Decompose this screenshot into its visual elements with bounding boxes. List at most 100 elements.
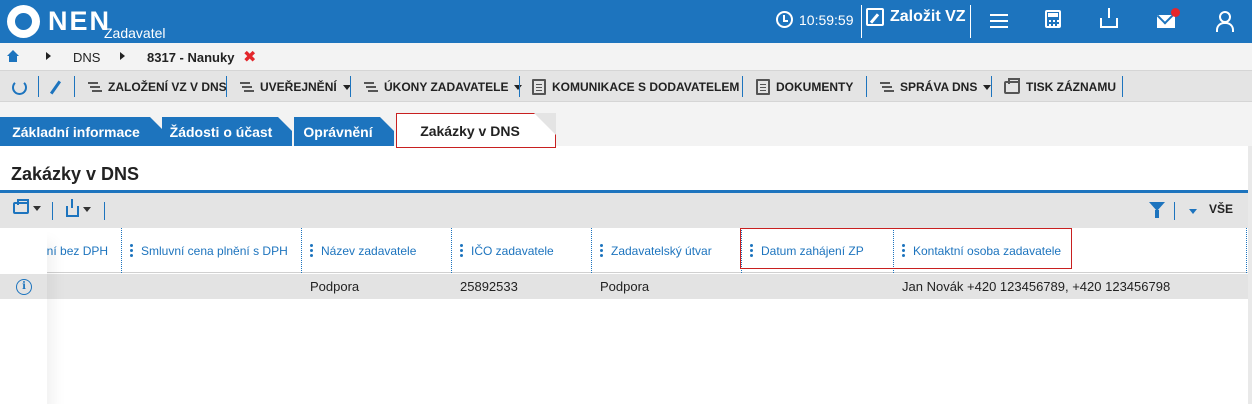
column-header-price-with-vat[interactable]: Smluvní cena plnění s DPH [130, 228, 288, 273]
toolbar-item-label: KOMUNIKACE S DODAVATELEM [552, 80, 740, 94]
action-toolbar: ZALOŽENÍ VZ V DNS UVEŘEJNĚNÍ ÚKONY ZADAV… [0, 70, 1252, 102]
drag-handle-icon [902, 244, 905, 257]
divider [226, 76, 227, 97]
cell-contact: Jan Novák +420 123456789, +420 123456798 [902, 279, 1171, 294]
refresh-button[interactable] [12, 78, 27, 96]
document-icon [532, 79, 546, 95]
toolbar-documents[interactable]: DOKUMENTY [756, 78, 853, 96]
info-icon[interactable]: i [16, 279, 32, 295]
column-header-price-without-vat[interactable]: ění bez DPH [40, 228, 108, 273]
column-header-start-date[interactable]: Datum zahájení ZP [750, 228, 864, 273]
tab-bar: Základní informace Žádosti o účast Opráv… [0, 102, 1252, 148]
clock-icon [776, 11, 793, 28]
cell-ico: 25892533 [460, 279, 518, 294]
toolbar-item-label: ÚKONY ZADAVATELE [384, 80, 509, 94]
breadcrumb-current: 8317 - Nanuky [147, 50, 235, 65]
cell-contracting-name: Podpora [310, 279, 360, 294]
filter-all-dropdown[interactable]: VŠE [1189, 202, 1233, 216]
table-header: ění bez DPH Smluvní cena plnění s DPH Ná… [0, 228, 1248, 273]
frozen-column-header [0, 228, 47, 273]
toolbar-publication[interactable]: UVEŘEJNĚNÍ [240, 78, 351, 96]
tab-label: Žádosti o účast [169, 123, 273, 140]
caret-down-icon [33, 205, 41, 211]
column-header-label: Smluvní cena plnění s DPH [141, 243, 288, 258]
toolbar-contracting-actions[interactable]: ÚKONY ZADAVATELE [364, 78, 523, 96]
drag-handle-icon [460, 244, 463, 257]
divider [861, 5, 862, 38]
column-header-label: Zadavatelský útvar [611, 243, 712, 258]
lines-icon [880, 81, 894, 93]
calculator-icon[interactable] [1042, 10, 1064, 32]
divider [1122, 76, 1123, 97]
divider [991, 76, 992, 97]
tab-permissions[interactable]: Oprávnění [294, 117, 394, 146]
column-header-contact[interactable]: Kontaktní osoba zadavatele [902, 228, 1061, 273]
filter-button[interactable] [1149, 202, 1165, 219]
session-clock: 10:59:59 [776, 11, 854, 28]
caret-down-icon [83, 207, 91, 212]
tab-basic-info[interactable]: Základní informace [0, 117, 164, 146]
column-header-label: Kontaktní osoba zadavatele [913, 243, 1062, 258]
home-icon[interactable] [6, 50, 19, 62]
menu-icon[interactable] [988, 10, 1010, 32]
divider [742, 76, 743, 97]
column-separator[interactable] [741, 228, 742, 273]
tab-label: Základní informace [12, 123, 140, 140]
grid-export-button[interactable] [66, 199, 91, 217]
print-icon [13, 199, 29, 214]
column-header-label: Datum zahájení ZP [761, 243, 864, 258]
divider [519, 76, 520, 97]
drag-handle-icon [310, 244, 313, 257]
logo-icon [7, 5, 40, 38]
scrollbar-track[interactable] [1248, 146, 1252, 404]
column-header-contracting-name[interactable]: Název zadavatele [310, 228, 416, 273]
divider [1174, 202, 1175, 220]
edit-button[interactable] [48, 78, 62, 96]
column-separator[interactable] [451, 228, 452, 273]
drag-handle-icon [130, 244, 133, 257]
toolbar-item-label: DOKUMENTY [776, 80, 854, 94]
lines-icon [240, 81, 254, 93]
page-title: Zakázky v DNS [11, 164, 140, 184]
session-time: 10:59:59 [799, 11, 854, 28]
column-separator[interactable] [893, 228, 894, 273]
close-icon[interactable]: ✖ [243, 47, 256, 67]
toolbar-dns-management[interactable]: SPRÁVA DNS [880, 78, 992, 96]
filter-all-label: VŠE [1209, 202, 1234, 216]
user-icon[interactable] [1212, 10, 1234, 32]
toolbar-item-label: TISK ZÁZNAMU [1026, 80, 1116, 94]
toolbar-print-record[interactable]: TISK ZÁZNAMU [1004, 77, 1116, 96]
edit-icon [866, 8, 884, 26]
print-icon [1004, 77, 1020, 94]
toolbar-create-vz-in-dns[interactable]: ZALOŽENÍ VZ V DNS [88, 78, 227, 96]
toolbar-supplier-communication[interactable]: KOMUNIKACE S DODAVATELEM [532, 78, 739, 96]
drag-handle-icon [600, 244, 603, 257]
column-header-ico[interactable]: IČO zadavatele [460, 228, 554, 273]
divider [52, 202, 53, 220]
column-separator[interactable] [121, 228, 122, 273]
column-separator[interactable] [1246, 228, 1247, 273]
breadcrumb-dns[interactable]: DNS [73, 50, 100, 65]
divider [104, 202, 105, 220]
divider [866, 76, 867, 97]
refresh-icon [12, 79, 27, 95]
divider [74, 76, 75, 97]
export-icon [66, 199, 79, 217]
column-separator[interactable] [301, 228, 302, 273]
toolbar-item-label: ZALOŽENÍ VZ V DNS [108, 80, 227, 94]
column-header-label: IČO zadavatele [471, 243, 554, 258]
logo-text: NEN [48, 6, 112, 36]
column-separator[interactable] [591, 228, 592, 273]
grid-print-button[interactable] [13, 199, 41, 214]
pencil-icon [49, 79, 62, 95]
lines-icon [364, 81, 378, 93]
create-contract-button[interactable]: Založit VZ [866, 8, 966, 26]
tab-contracts-in-dns[interactable]: Zakázky v DNS [396, 113, 556, 148]
column-header-unit[interactable]: Zadavatelský útvar [600, 228, 712, 273]
divider [970, 5, 971, 38]
create-contract-label: Založit VZ [890, 8, 966, 25]
tab-participation-requests[interactable]: Žádosti o účast [162, 117, 292, 146]
table-row[interactable]: Podpora 25892533 Podpora Jan Novák +420 … [0, 274, 1248, 299]
inbox-download-icon[interactable] [1098, 8, 1120, 32]
grid-toolbar: VŠE [0, 193, 1248, 228]
